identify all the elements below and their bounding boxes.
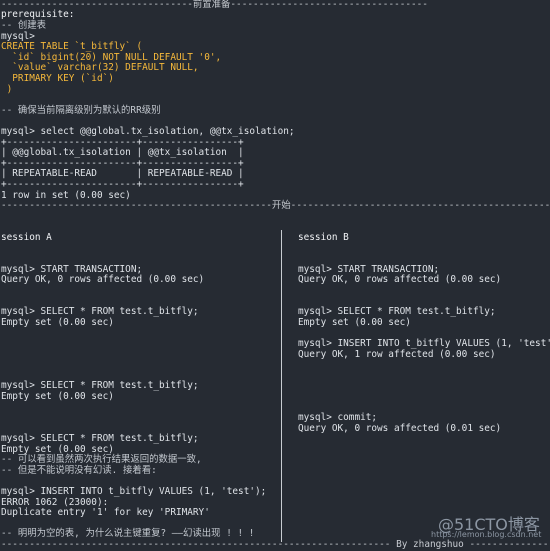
session-a-select-2: mysql> SELECT * FROM test.t_bitfly; [1,380,199,391]
watermark-url: https://lemon.blog.csdn.net [431,530,542,539]
session-a-duplicate-entry: Duplicate entry '1' for key 'PRIMARY' [1,507,210,518]
section-rule-author: ----------------------------------------… [1,539,550,550]
session-a-empty-2: Empty set (0.00 sec) [1,391,114,402]
result-table-header: | @@global.tx_isolation | @@tx_isolation… [1,147,244,158]
create-table-line: CREATE TABLE `t_bitfly` ( [1,41,143,52]
terminal-window: ----------------------------------前置准备--… [0,0,550,551]
session-a-comment-1: -- 可以看到虽然两次执行结果返回的数据一致, [1,454,202,465]
session-a-title: session A [1,232,52,243]
column-value-line: `value` varchar(32) DEFAULT NULL, [1,62,199,73]
watermark-brand: @51CTO博客 [438,515,540,534]
result-table-row: | REPEATABLE-READ | REPEATABLE-READ | [1,168,244,179]
session-b-empty: Empty set (0.00 sec) [298,317,411,328]
session-b-insert-ok: Query OK, 1 row affected (0.00 sec) [298,349,496,360]
comment-create-table: -- 创建表 [1,20,47,31]
session-a-select-3: mysql> SELECT * FROM test.t_bitfly; [1,433,199,444]
session-b-query-ok: Query OK, 0 rows affected (0.00 sec) [298,274,502,285]
session-b-commit: mysql> commit; [298,412,378,423]
primary-key-line: PRIMARY KEY (`id`) [1,73,114,84]
session-b-select: mysql> SELECT * FROM test.t_bitfly; [298,306,496,317]
session-b-title: session B [298,232,349,243]
section-rule-start: ----------------------------------------… [1,200,550,211]
session-a-insert: mysql> INSERT INTO t_bitfly VALUES (1, '… [1,486,267,497]
session-a-select-1: mysql> SELECT * FROM test.t_bitfly; [1,306,199,317]
prerequisite-label: prerequisite: [1,9,75,20]
select-isolation-query: mysql> select @@global.tx_isolation, @@t… [1,126,295,137]
session-divider [281,230,282,542]
session-a-empty-1: Empty set (0.00 sec) [1,317,114,328]
result-table-border: +-----------------------+---------------… [1,179,244,190]
session-b-commit-ok: Query OK, 0 rows affected (0.01 sec) [298,423,502,434]
comment-isolation: -- 确保当前隔离级别为默认的RR级别 [1,105,161,116]
session-a-query-ok: Query OK, 0 rows affected (0.00 sec) [1,274,205,285]
close-paren-line: ) [1,84,13,95]
session-b-insert: mysql> INSERT INTO t_bitfly VALUES (1, '… [298,338,550,349]
session-a-conclusion: -- 明明为空的表, 为什么说主键重复? ——幻读出现 ! ! ! [1,528,255,539]
session-a-comment-2: -- 但是不能说明没有幻读. 接着看: [1,465,157,476]
